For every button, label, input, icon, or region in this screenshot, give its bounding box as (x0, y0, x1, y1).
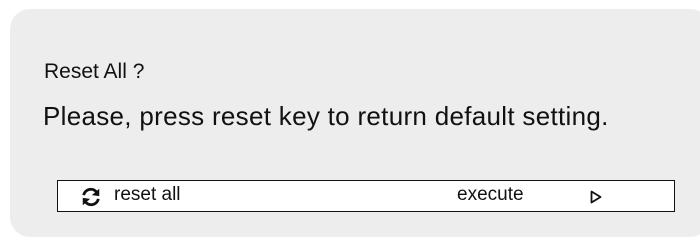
reset-dialog: Reset All ? Please, press reset key to r… (10, 9, 700, 237)
play-arrow-icon[interactable] (590, 190, 602, 204)
reset-all-label: reset all (114, 184, 181, 205)
dialog-message: Please, press reset key to return defaul… (43, 101, 609, 131)
execute-label[interactable]: execute (457, 184, 524, 206)
dialog-title: Reset All ? (44, 60, 145, 83)
refresh-icon (82, 187, 100, 207)
reset-all-row[interactable]: reset all execute (57, 180, 675, 212)
